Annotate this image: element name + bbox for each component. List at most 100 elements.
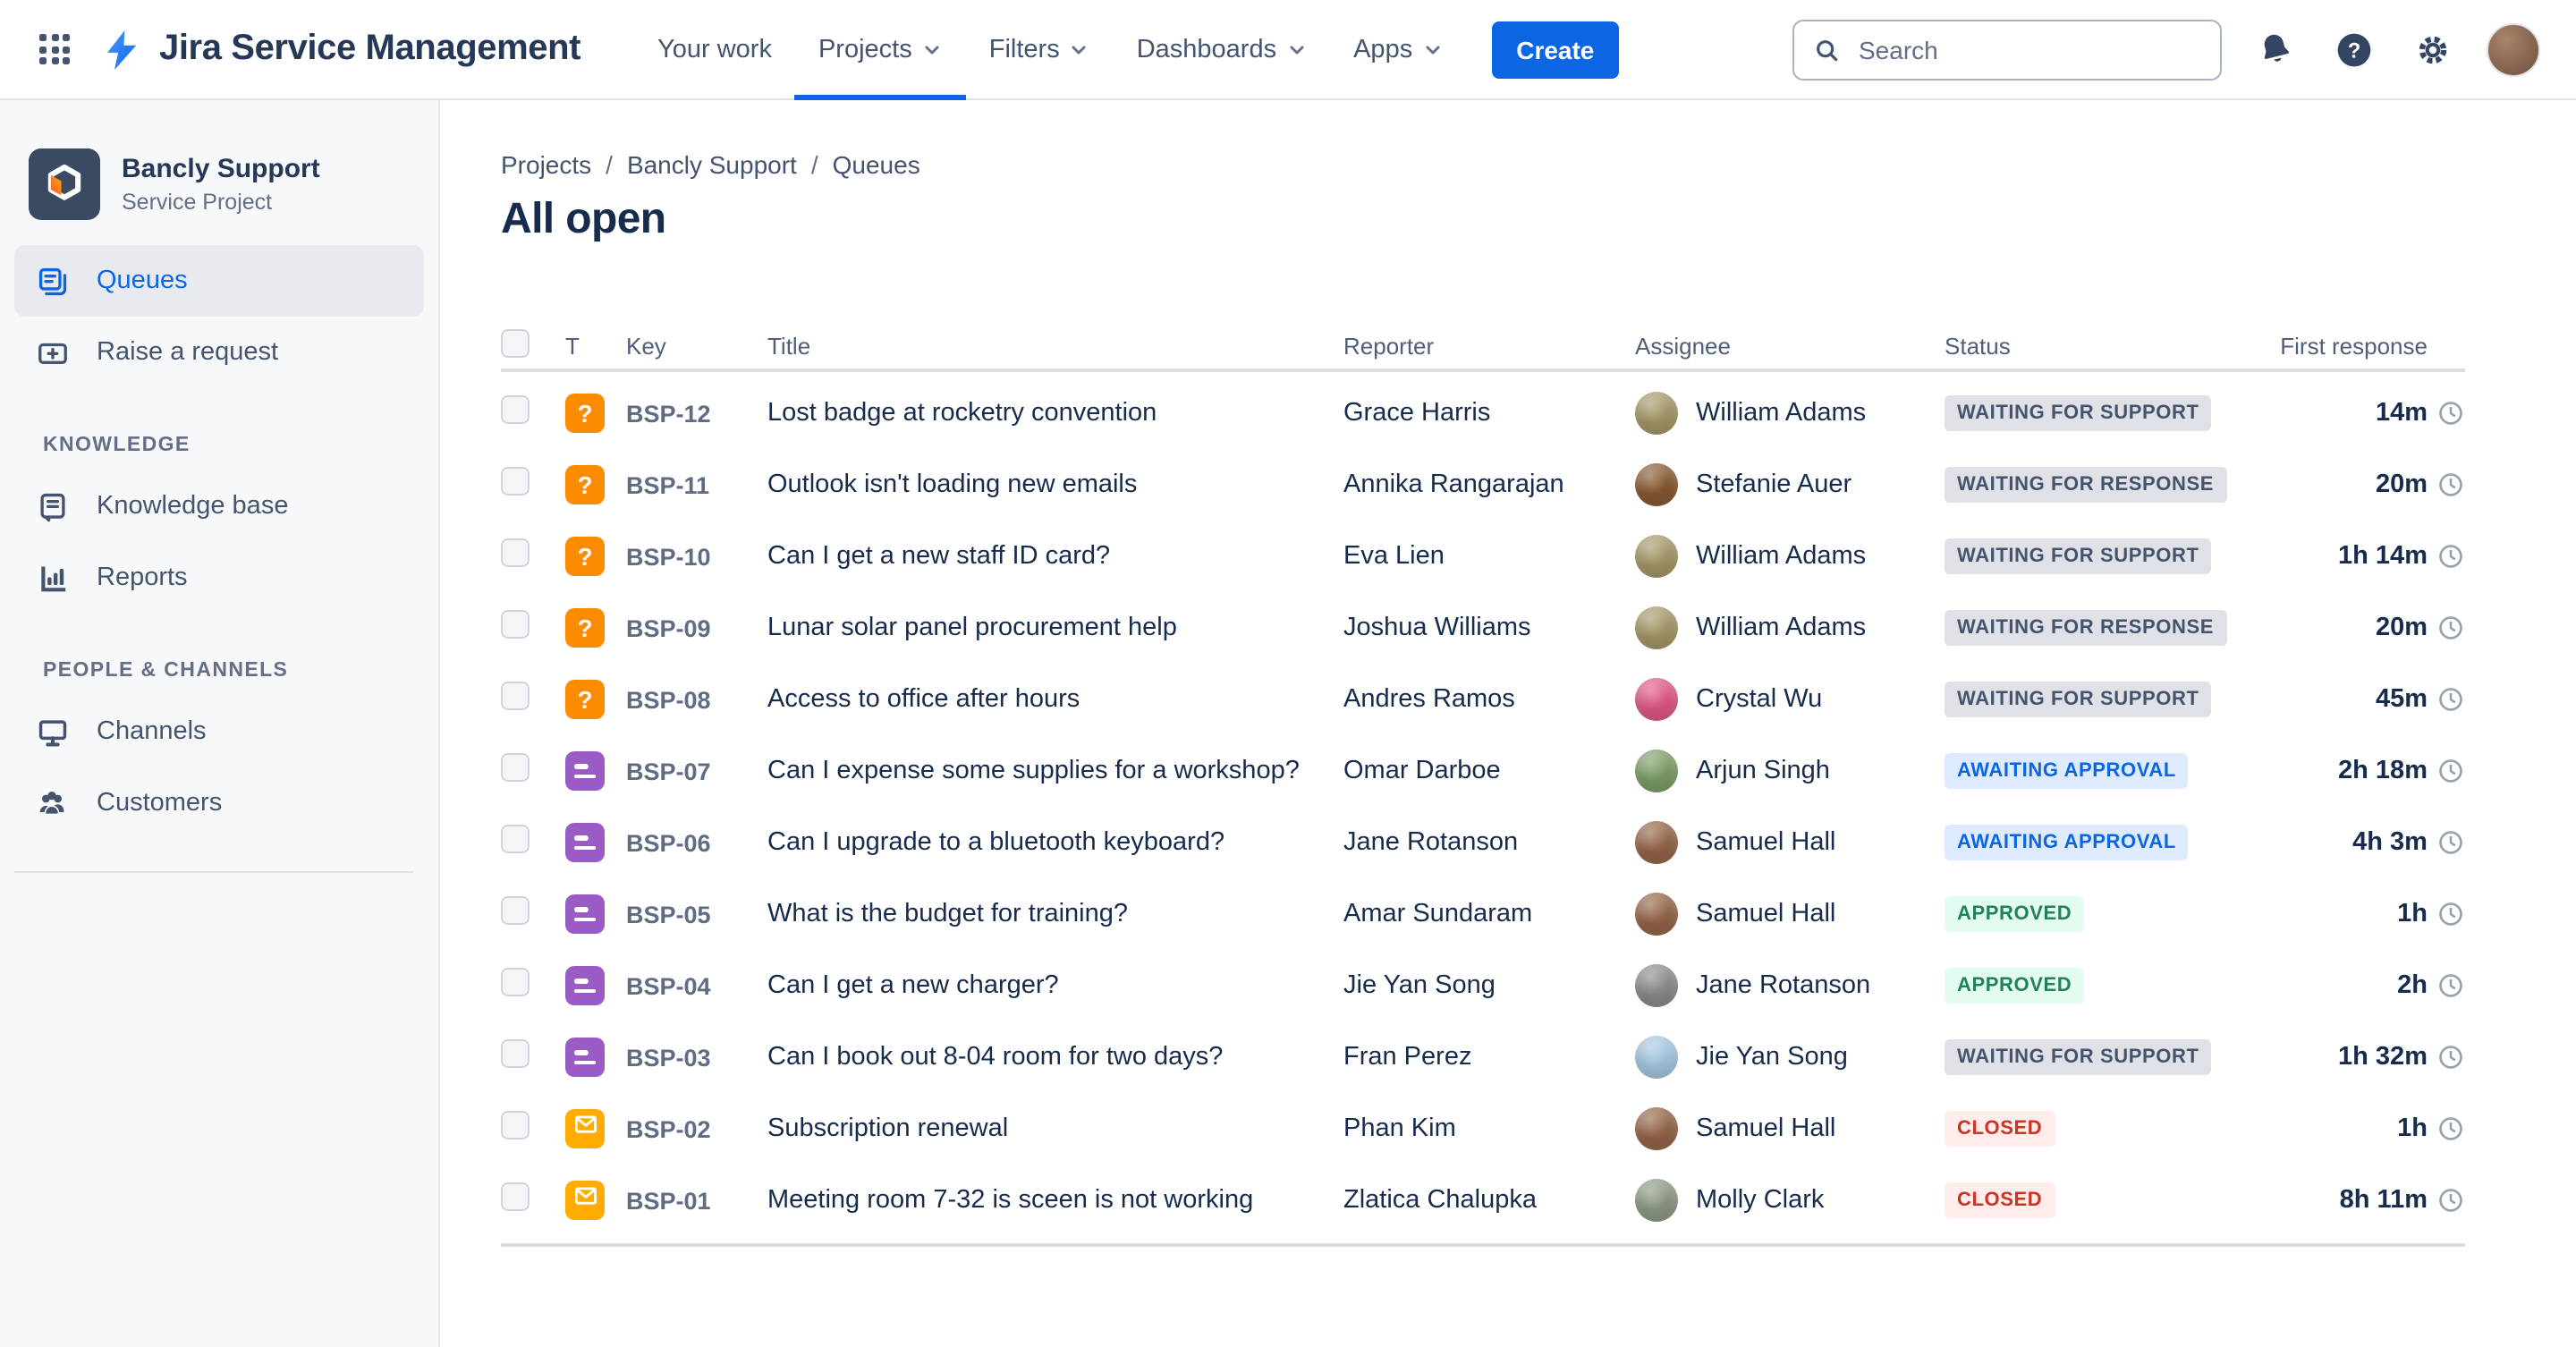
issue-title-link[interactable]: Lost badge at rocketry convention — [767, 399, 1343, 428]
issue-title-link[interactable]: Lunar solar panel procurement help — [767, 614, 1343, 642]
search-input[interactable] — [1855, 33, 2202, 65]
row-checkbox[interactable] — [501, 609, 530, 638]
assignee-avatar — [1635, 1107, 1678, 1150]
reporter-name: Jie Yan Song — [1343, 971, 1496, 1000]
status-badge: WAITING FOR RESPONSE — [1945, 467, 2227, 503]
sidebar-section-people-channels: PEOPLE & CHANNELS — [43, 660, 289, 682]
reporter-name: Zlatica Chalupka — [1343, 1186, 1537, 1215]
status-badge: WAITING FOR SUPPORT — [1945, 395, 2212, 431]
status-badge: APPROVED — [1945, 896, 2085, 932]
row-checkbox[interactable] — [501, 824, 530, 852]
global-search[interactable] — [1792, 19, 2222, 80]
row-checkbox[interactable] — [501, 681, 530, 709]
status-badge: WAITING FOR SUPPORT — [1945, 1039, 2212, 1075]
column-header-first-response: First response — [2280, 333, 2428, 360]
table-bottom-border — [501, 1243, 2465, 1247]
table-row[interactable]: ? BSP-12 Lost badge at rocketry conventi… — [501, 377, 2465, 449]
reporter-name: Fran Perez — [1343, 1043, 1472, 1072]
first-response-time: 2h 18m — [2338, 757, 2428, 785]
help-icon[interactable]: ? — [2329, 24, 2379, 74]
assignee-avatar — [1635, 1036, 1678, 1079]
chevron-down-icon — [1285, 38, 1307, 60]
assignee-name: Samuel Hall — [1696, 900, 1836, 928]
first-response-time: 14m — [2375, 399, 2428, 428]
project-avatar — [29, 148, 100, 220]
row-checkbox[interactable] — [501, 538, 530, 566]
status-badge: WAITING FOR SUPPORT — [1945, 538, 2212, 574]
table-row[interactable]: ? BSP-04 Can I get a new charger? Jie Ya… — [501, 950, 2465, 1021]
assignee-avatar — [1635, 1179, 1678, 1222]
sidebar-item-raise-a-request[interactable]: Raise a request — [14, 317, 424, 388]
reports-icon — [32, 561, 72, 595]
column-header-assignee: Assignee — [1635, 333, 1731, 360]
status-badge: AWAITING APPROVAL — [1945, 825, 2189, 860]
settings-gear-icon[interactable] — [2408, 24, 2458, 74]
issue-title-link[interactable]: Can I get a new staff ID card? — [767, 542, 1343, 571]
first-response-time: 1h — [2397, 1114, 2428, 1143]
nav-projects[interactable]: Projects — [795, 0, 966, 99]
chevron-down-icon — [1421, 38, 1443, 60]
row-checkbox[interactable] — [501, 752, 530, 781]
queue-table: T Key Title Reporter Assignee Status Fir… — [501, 329, 2465, 1247]
status-badge: CLOSED — [1945, 1111, 2055, 1147]
issue-title-link[interactable]: Access to office after hours — [767, 685, 1343, 714]
row-checkbox[interactable] — [501, 1182, 530, 1210]
row-checkbox[interactable] — [501, 394, 530, 423]
row-checkbox[interactable] — [501, 895, 530, 924]
table-row[interactable]: ? BSP-10 Can I get a new staff ID card? … — [501, 521, 2465, 592]
sidebar-item-queues[interactable]: Queues — [14, 245, 424, 317]
customers-icon — [32, 785, 72, 821]
row-checkbox[interactable] — [501, 967, 530, 995]
queues-icon — [32, 264, 72, 298]
table-row[interactable]: ? BSP-05 What is the budget for training… — [501, 878, 2465, 950]
issue-title-link[interactable]: Meeting room 7-32 is sceen is not workin… — [767, 1186, 1343, 1215]
assignee-name: William Adams — [1696, 542, 1867, 571]
issue-title-link[interactable]: Outlook isn't loading new emails — [767, 470, 1343, 499]
table-row[interactable]: ? BSP-09 Lunar solar panel procurement h… — [501, 592, 2465, 664]
sidebar-item-channels[interactable]: Channels — [14, 696, 424, 767]
assignee-name: William Adams — [1696, 399, 1867, 428]
row-checkbox[interactable] — [501, 1038, 530, 1067]
row-checkbox[interactable] — [501, 1110, 530, 1139]
issue-title-link[interactable]: Can I expense some supplies for a worksh… — [767, 757, 1343, 785]
create-button[interactable]: Create — [1491, 21, 1620, 78]
table-row[interactable]: ? BSP-11 Outlook isn't loading new email… — [501, 449, 2465, 521]
table-row[interactable]: ? BSP-08 Access to office after hours An… — [501, 664, 2465, 735]
app-title: Jira Service Management — [159, 29, 581, 68]
issue-title-link[interactable]: Can I get a new charger? — [767, 971, 1343, 1000]
sidebar-item-customers[interactable]: Customers — [14, 767, 424, 839]
notifications-bell-icon[interactable] — [2250, 24, 2301, 74]
jira-logo-icon — [106, 29, 137, 70]
issue-title-link[interactable]: Can I book out 8-04 room for two days? — [767, 1043, 1343, 1072]
table-row[interactable]: ? BSP-06 Can I upgrade to a bluetooth ke… — [501, 807, 2465, 878]
nav-filters[interactable]: Filters — [966, 0, 1114, 99]
breadcrumb-project-name[interactable]: Bancly Support — [627, 150, 797, 179]
issue-key: BSP-04 — [626, 972, 711, 999]
nav-dashboards[interactable]: Dashboards — [1114, 0, 1330, 99]
reporter-name: Amar Sundaram — [1343, 900, 1533, 928]
breadcrumb-projects[interactable]: Projects — [501, 150, 591, 179]
table-row[interactable]: ? BSP-07 Can I expense some supplies for… — [501, 735, 2465, 807]
issue-title-link[interactable]: Subscription renewal — [767, 1114, 1343, 1143]
issue-title-link[interactable]: What is the budget for training? — [767, 900, 1343, 928]
clock-icon — [2436, 470, 2465, 499]
nav-apps[interactable]: Apps — [1330, 0, 1466, 99]
table-row[interactable]: ? BSP-03 Can I book out 8-04 room for tw… — [501, 1021, 2465, 1093]
issue-key: BSP-02 — [626, 1115, 711, 1142]
issue-key: BSP-06 — [626, 829, 711, 856]
assignee-avatar — [1635, 392, 1678, 435]
sidebar-section-knowledge: KNOWLEDGE — [43, 435, 191, 456]
breadcrumb-queues[interactable]: Queues — [833, 150, 920, 179]
app-switcher-icon[interactable] — [29, 23, 80, 75]
issue-title-link[interactable]: Can I upgrade to a bluetooth keyboard? — [767, 828, 1343, 857]
table-row[interactable]: ? BSP-02 Subscription renewal Phan Kim S… — [501, 1093, 2465, 1165]
select-all-checkbox[interactable] — [501, 329, 530, 358]
brand-home-link[interactable]: Jira Service Management — [98, 26, 580, 72]
issue-key: BSP-03 — [626, 1044, 711, 1071]
table-row[interactable]: ? BSP-01 Meeting room 7-32 is sceen is n… — [501, 1165, 2465, 1236]
nav-your-work[interactable]: Your work — [634, 0, 795, 99]
row-checkbox[interactable] — [501, 466, 530, 495]
sidebar-item-reports[interactable]: Reports — [14, 542, 424, 614]
user-avatar[interactable] — [2487, 22, 2540, 76]
sidebar-item-knowledge-base[interactable]: Knowledge base — [14, 470, 424, 542]
